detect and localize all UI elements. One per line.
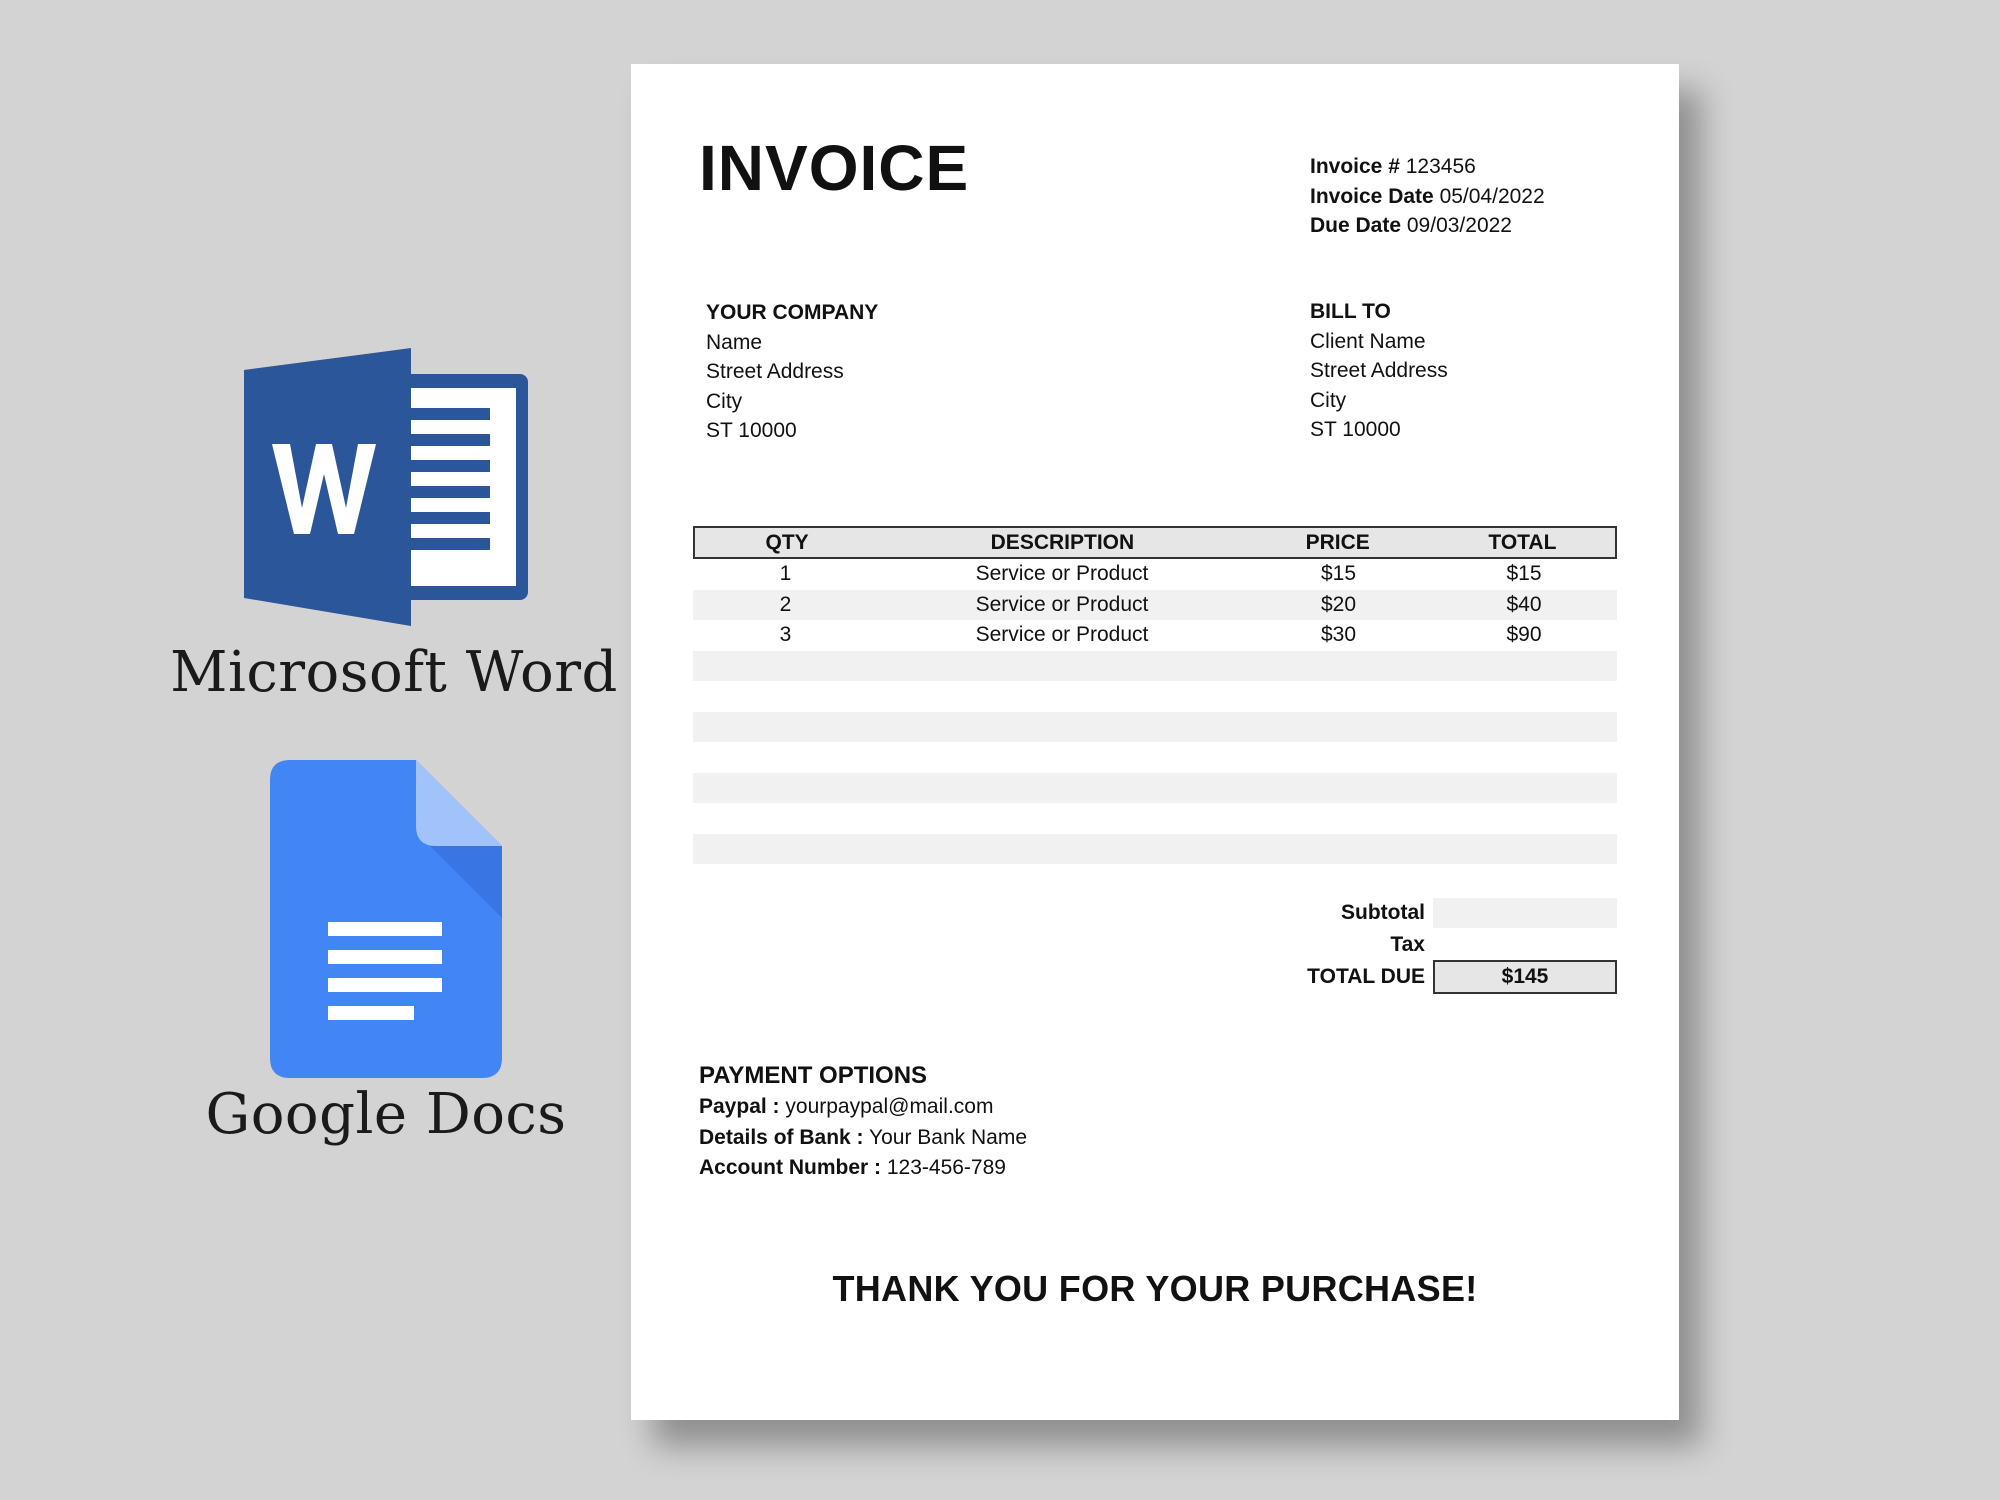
items-table-body: 1 Service or Product $15 $15 2 Service or Pro… bbox=[693, 559, 1617, 864]
cell-description: Service or Product bbox=[975, 592, 1149, 616]
cell-total: $40 bbox=[1506, 592, 1542, 616]
invoice-page: INVOICE Invoice # 123456 Invoice Date 05… bbox=[631, 64, 1679, 1420]
bank-line: Details of Bank : Your Bank Name bbox=[699, 1123, 1027, 1154]
microsoft-word-label: Microsoft Word bbox=[170, 640, 618, 705]
payment-heading: PAYMENT OPTIONS bbox=[699, 1062, 928, 1089]
company-line: City bbox=[706, 389, 743, 413]
bank-label: Details of Bank : bbox=[699, 1125, 864, 1149]
items-table: QTY DESCRIPTION PRICE TOTAL 1 Service or … bbox=[693, 526, 1617, 864]
tax-label: Tax bbox=[1390, 933, 1425, 956]
bill-to-block: BILL TO Client Name Street Address City … bbox=[1310, 297, 1448, 445]
microsoft-word-icon bbox=[244, 348, 528, 626]
tax-row: Tax bbox=[1291, 929, 1617, 961]
account-value: 123-456-789 bbox=[886, 1156, 1006, 1179]
subtotal-row: Subtotal bbox=[1291, 897, 1617, 929]
table-row bbox=[693, 833, 1617, 864]
paypal-label: Paypal : bbox=[699, 1095, 780, 1118]
table-row bbox=[693, 772, 1617, 803]
table-row bbox=[693, 711, 1617, 742]
cell-price: $20 bbox=[1320, 592, 1357, 616]
header-qty: QTY bbox=[765, 530, 809, 554]
subtotal-label: Subtotal bbox=[1341, 901, 1425, 924]
totals-block: Subtotal Tax TOTAL DUE $145 bbox=[1291, 897, 1617, 994]
invoice-number-line: Invoice # 123456 bbox=[1310, 152, 1545, 182]
invoice-date: 05/04/2022 bbox=[1439, 184, 1545, 208]
company-line: Name bbox=[706, 330, 763, 354]
cell-qty: 2 bbox=[779, 592, 792, 616]
header-total: TOTAL bbox=[1488, 530, 1557, 554]
header-description: DESCRIPTION bbox=[990, 530, 1135, 554]
due-date: 09/03/2022 bbox=[1406, 214, 1512, 237]
cell-total: $15 bbox=[1506, 562, 1542, 586]
invoice-date-line: Invoice Date 05/04/2022 bbox=[1310, 182, 1545, 212]
subtotal-value bbox=[1433, 898, 1617, 928]
thank-you-message: THANK YOU FOR YOUR PURCHASE! bbox=[832, 1268, 1478, 1309]
bill-to-heading: BILL TO bbox=[1310, 300, 1391, 323]
google-docs-label: Google Docs bbox=[205, 1082, 567, 1147]
company-line: Street Address bbox=[706, 360, 844, 383]
header-price: PRICE bbox=[1305, 530, 1370, 554]
bill-to-line: ST 10000 bbox=[1310, 418, 1401, 441]
cell-description: Service or Product bbox=[975, 562, 1149, 586]
invoice-number-label: Invoice # bbox=[1310, 155, 1400, 178]
total-due-value: $145 bbox=[1433, 960, 1617, 994]
cell-description: Service or Product bbox=[975, 623, 1149, 647]
account-line: Account Number : 123-456-789 bbox=[699, 1153, 1027, 1184]
cell-total: $90 bbox=[1506, 623, 1542, 647]
table-row bbox=[693, 681, 1617, 712]
invoice-title: INVOICE bbox=[699, 132, 970, 204]
table-row bbox=[693, 650, 1617, 681]
cell-qty: 1 bbox=[779, 562, 792, 586]
invoice-meta: Invoice # 123456 Invoice Date 05/04/2022… bbox=[1310, 152, 1545, 241]
cell-qty: 3 bbox=[779, 623, 792, 647]
company-line: ST 10000 bbox=[706, 419, 797, 442]
company-block: YOUR COMPANY Name Street Address City ST… bbox=[706, 298, 878, 446]
bill-to-line: Street Address bbox=[1310, 359, 1448, 382]
bill-to-line: City bbox=[1310, 388, 1347, 412]
items-table-header: QTY DESCRIPTION PRICE TOTAL bbox=[693, 526, 1617, 559]
tax-value bbox=[1433, 930, 1617, 960]
google-docs-icon bbox=[270, 760, 502, 1078]
table-row bbox=[693, 742, 1617, 773]
account-label: Account Number : bbox=[699, 1156, 882, 1179]
bill-to-line: Client Name bbox=[1310, 329, 1426, 353]
due-date-label: Due Date bbox=[1310, 214, 1402, 237]
company-heading: YOUR COMPANY bbox=[706, 301, 879, 324]
invoice-date-label: Invoice Date bbox=[1310, 184, 1434, 208]
total-due-label: TOTAL DUE bbox=[1307, 965, 1425, 988]
total-due-row: TOTAL DUE $145 bbox=[1291, 960, 1617, 994]
paypal-line: Paypal : yourpaypal@mail.com bbox=[699, 1092, 1027, 1123]
table-row bbox=[693, 803, 1617, 834]
table-row: 2 Service or Product $20 $40 bbox=[693, 589, 1617, 620]
cell-price: $30 bbox=[1320, 623, 1357, 647]
bank-value: Your Bank Name bbox=[869, 1125, 1027, 1149]
table-row: 3 Service or Product $30 $90 bbox=[693, 620, 1617, 651]
table-row: 1 Service or Product $15 $15 bbox=[693, 559, 1617, 590]
paypal-value: yourpaypal@mail.com bbox=[785, 1095, 994, 1118]
due-date-line: Due Date 09/03/2022 bbox=[1310, 211, 1545, 241]
invoice-number: 123456 bbox=[1405, 155, 1476, 178]
payment-options: PAYMENT OPTIONS Paypal : yourpaypal@mail… bbox=[699, 1060, 1027, 1184]
cell-price: $15 bbox=[1320, 562, 1357, 586]
